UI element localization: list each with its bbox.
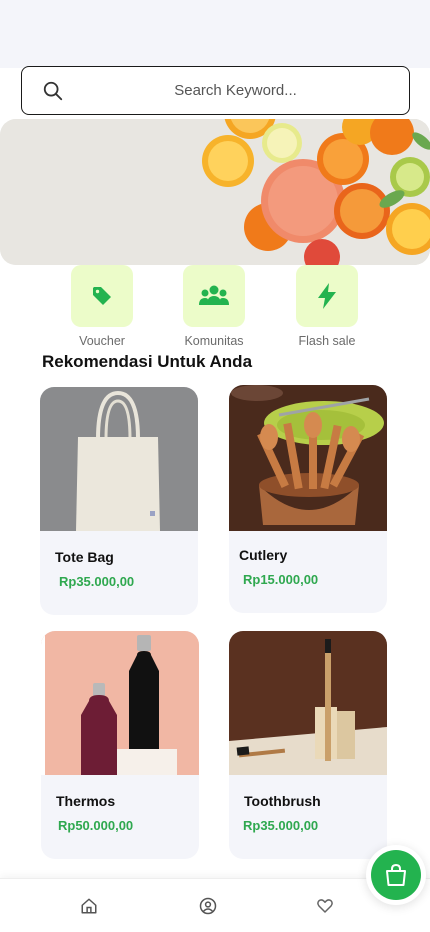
product-image[interactable] (40, 387, 198, 531)
bottom-navigation (0, 878, 430, 932)
category-tile[interactable] (183, 265, 245, 327)
cart-button[interactable] (371, 850, 421, 900)
product-name: Toothbrush (244, 793, 321, 809)
product-image[interactable] (229, 385, 387, 531)
search-icon (43, 81, 63, 101)
product-price: Rp35.000,00 (59, 574, 135, 589)
heart-icon[interactable] (316, 897, 334, 915)
category-flash-sale[interactable]: Flash sale (282, 265, 372, 348)
category-tile[interactable] (296, 265, 358, 327)
community-icon (199, 285, 229, 305)
product-card-tote-bag[interactable]: Tote Bag Rp35.000,00 (40, 387, 198, 615)
product-name: Cutlery (239, 547, 288, 563)
category-label: Voucher (79, 334, 125, 348)
product-price: Rp50.000,00 (58, 818, 134, 833)
tag-icon (93, 287, 111, 305)
lightning-icon (318, 283, 336, 309)
tote-bag-image (40, 387, 198, 531)
screen: Voucher Komunitas Flash sale Rekomendasi… (0, 0, 430, 932)
section-title: Rekomendasi Untuk Anda (42, 352, 253, 371)
status-area (0, 0, 430, 68)
category-label: Komunitas (184, 334, 244, 348)
product-image[interactable] (41, 631, 199, 775)
profile-icon[interactable] (199, 897, 217, 915)
product-card-toothbrush[interactable]: Toothbrush Rp35.000,00 (229, 631, 387, 859)
category-label: Flash sale (298, 334, 356, 348)
category-voucher[interactable]: Voucher (57, 265, 147, 348)
category-tile[interactable] (71, 265, 133, 327)
product-card-cutlery[interactable]: Cutlery Rp15.000,00 (229, 385, 387, 613)
promo-banner[interactable] (0, 119, 430, 265)
cutlery-image (229, 385, 387, 531)
shopping-bag-icon (386, 863, 406, 886)
product-image[interactable] (229, 631, 387, 775)
home-icon[interactable] (80, 897, 98, 915)
search-bar[interactable] (21, 66, 410, 115)
product-price: Rp15.000,00 (243, 572, 319, 587)
category-komunitas[interactable]: Komunitas (169, 265, 259, 348)
product-card-thermos[interactable]: Thermos Rp50.000,00 (41, 631, 199, 859)
toothbrush-image (229, 631, 387, 775)
thermos-image (41, 631, 199, 775)
product-name: Tote Bag (55, 549, 114, 565)
product-price: Rp35.000,00 (243, 818, 319, 833)
search-input[interactable] (82, 67, 389, 114)
citrus-fruits-image (0, 119, 430, 265)
product-name: Thermos (56, 793, 116, 809)
